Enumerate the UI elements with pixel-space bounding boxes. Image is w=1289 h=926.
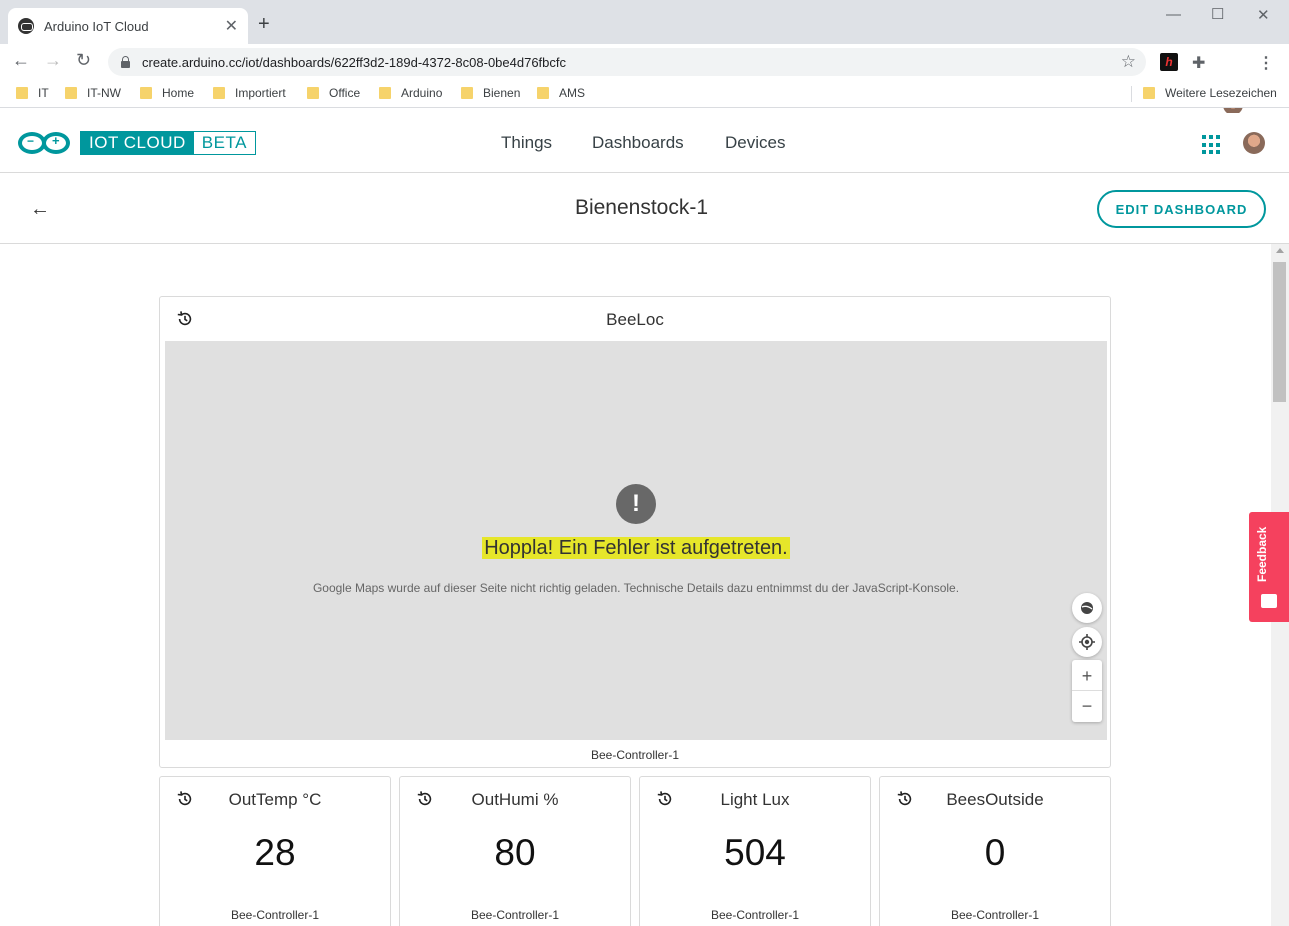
bookmark-ams[interactable]: AMS bbox=[537, 86, 585, 100]
bookmark-it[interactable]: IT bbox=[16, 86, 49, 100]
widget-device-label: Bee-Controller-1 bbox=[950, 908, 1040, 922]
minimize-icon[interactable]: — bbox=[1166, 6, 1181, 23]
bookmark-office[interactable]: Office bbox=[307, 86, 360, 100]
apps-grid-icon[interactable] bbox=[1202, 135, 1222, 155]
value-widget-outtemp: OutTemp °C 28 Bee-Controller-1 bbox=[159, 776, 391, 926]
browser-tab[interactable]: Arduino IoT Cloud ✕ bbox=[8, 8, 248, 44]
widget-title: Light Lux bbox=[720, 790, 790, 809]
other-bookmarks[interactable]: Weitere Lesezeichen bbox=[1143, 86, 1277, 100]
feedback-label: Feedback bbox=[1255, 526, 1269, 582]
folder-icon bbox=[537, 87, 549, 99]
value-widget-light: Light Lux 504 Bee-Controller-1 bbox=[639, 776, 871, 926]
widget-value: 504 bbox=[724, 832, 786, 873]
bookmark-it-nw[interactable]: IT-NW bbox=[65, 86, 121, 100]
lock-icon bbox=[120, 56, 130, 68]
folder-icon bbox=[16, 87, 28, 99]
folder-icon bbox=[379, 87, 391, 99]
value-widget-outhumi: OutHumi % 80 Bee-Controller-1 bbox=[399, 776, 631, 926]
app-header: − + IOT CLOUD BETA Things Dashboards Dev… bbox=[0, 113, 1289, 173]
value-widget-beesoutside: BeesOutside 0 Bee-Controller-1 bbox=[879, 776, 1111, 926]
widget-device-label: Bee-Controller-1 bbox=[230, 908, 320, 922]
bookmark-bienen[interactable]: Bienen bbox=[461, 86, 520, 100]
nav-dashboards[interactable]: Dashboards bbox=[592, 133, 684, 153]
feedback-button[interactable]: Feedback bbox=[1249, 512, 1289, 622]
widget-title: BeesOutside bbox=[946, 790, 1044, 809]
widget-device-label: Bee-Controller-1 bbox=[710, 908, 800, 922]
url-text[interactable]: create.arduino.cc/iot/dashboards/622ff3d… bbox=[142, 55, 1121, 70]
widget-device-label: Bee-Controller-1 bbox=[590, 748, 680, 762]
folder-icon bbox=[1143, 87, 1155, 99]
address-bar[interactable]: create.arduino.cc/iot/dashboards/622ff3d… bbox=[108, 48, 1146, 76]
bookmark-importiert[interactable]: Importiert bbox=[213, 86, 286, 100]
bookmark-arduino[interactable]: Arduino bbox=[379, 86, 442, 100]
feedback-face-icon bbox=[1261, 594, 1277, 608]
map-error-description: Google Maps wurde auf dieser Seite nicht… bbox=[312, 581, 960, 595]
folder-icon bbox=[140, 87, 152, 99]
scrollbar-thumb[interactable] bbox=[1273, 262, 1286, 402]
map-area[interactable]: ! Hoppla! Ein Fehler ist aufgetreten. Go… bbox=[165, 341, 1107, 740]
scroll-up-icon[interactable] bbox=[1276, 248, 1284, 253]
maximize-icon[interactable]: ☐ bbox=[1211, 5, 1224, 23]
widget-title: BeeLoc bbox=[606, 310, 664, 329]
arduino-infinity-icon: − + bbox=[18, 131, 72, 155]
puzzle-extensions-icon[interactable]: ✚ bbox=[1192, 53, 1210, 72]
edit-dashboard-button[interactable]: EDIT DASHBOARD bbox=[1097, 190, 1266, 228]
tab-title: Arduino IoT Cloud bbox=[44, 18, 149, 34]
page-title: Bienenstock-1 bbox=[574, 196, 709, 219]
bookmark-home[interactable]: Home bbox=[140, 86, 194, 100]
zoom-control: + − bbox=[1072, 660, 1102, 722]
my-location-icon[interactable] bbox=[1072, 627, 1102, 657]
extension-icon[interactable]: h bbox=[1160, 53, 1178, 71]
widget-value: 80 bbox=[494, 832, 536, 873]
folder-icon bbox=[307, 87, 319, 99]
widget-value: 0 bbox=[984, 832, 1006, 873]
folder-icon bbox=[213, 87, 225, 99]
folder-icon bbox=[65, 87, 77, 99]
widget-title: OutHumi % bbox=[471, 790, 559, 809]
arduino-favicon-icon bbox=[18, 18, 34, 34]
dashboard-title-bar: ← Bienenstock-1 EDIT DASHBOARD bbox=[0, 174, 1289, 244]
close-tab-icon[interactable]: ✕ bbox=[225, 16, 238, 36]
map-error-title: Hoppla! Ein Fehler ist aufgetreten. bbox=[482, 537, 790, 559]
reload-icon[interactable]: ↻ bbox=[76, 50, 91, 71]
arduino-logo[interactable]: − + IOT CLOUD BETA bbox=[18, 131, 256, 155]
iot-cloud-badge: IOT CLOUD BETA bbox=[80, 131, 256, 155]
dashboard-content: BeeLoc ! Hoppla! Ein Fehler ist aufgetre… bbox=[0, 244, 1271, 926]
back-icon[interactable]: ← bbox=[12, 50, 30, 71]
bookmarks-divider bbox=[1131, 86, 1132, 102]
bookmark-star-icon[interactable]: ☆ bbox=[1121, 52, 1136, 72]
new-tab-icon[interactable]: + bbox=[258, 14, 270, 34]
browser-toolbar: ← → ↻ create.arduino.cc/iot/dashboards/6… bbox=[0, 44, 1289, 115]
user-avatar[interactable] bbox=[1243, 132, 1265, 154]
zoom-out-icon[interactable]: − bbox=[1072, 691, 1102, 721]
map-layer-icon[interactable] bbox=[1072, 593, 1102, 623]
nav-devices[interactable]: Devices bbox=[725, 133, 785, 153]
nav-things[interactable]: Things bbox=[501, 133, 552, 153]
forward-icon[interactable]: → bbox=[44, 50, 62, 71]
menu-kebab-icon[interactable]: ⋮ bbox=[1258, 53, 1276, 72]
map-widget: BeeLoc ! Hoppla! Ein Fehler ist aufgetre… bbox=[159, 296, 1111, 768]
widget-title: OutTemp °C bbox=[228, 790, 322, 809]
widget-value: 28 bbox=[254, 832, 296, 873]
window-close-icon[interactable]: ✕ bbox=[1257, 6, 1270, 24]
zoom-in-icon[interactable]: + bbox=[1072, 661, 1102, 691]
widget-device-label: Bee-Controller-1 bbox=[470, 908, 560, 922]
folder-icon bbox=[461, 87, 473, 99]
browser-tab-bar: Arduino IoT Cloud ✕ + — ☐ ✕ bbox=[0, 0, 1289, 44]
bookmarks-bar: IT IT-NW Home Importiert Office Arduino … bbox=[0, 80, 1289, 108]
error-exclamation-icon: ! bbox=[616, 484, 656, 524]
